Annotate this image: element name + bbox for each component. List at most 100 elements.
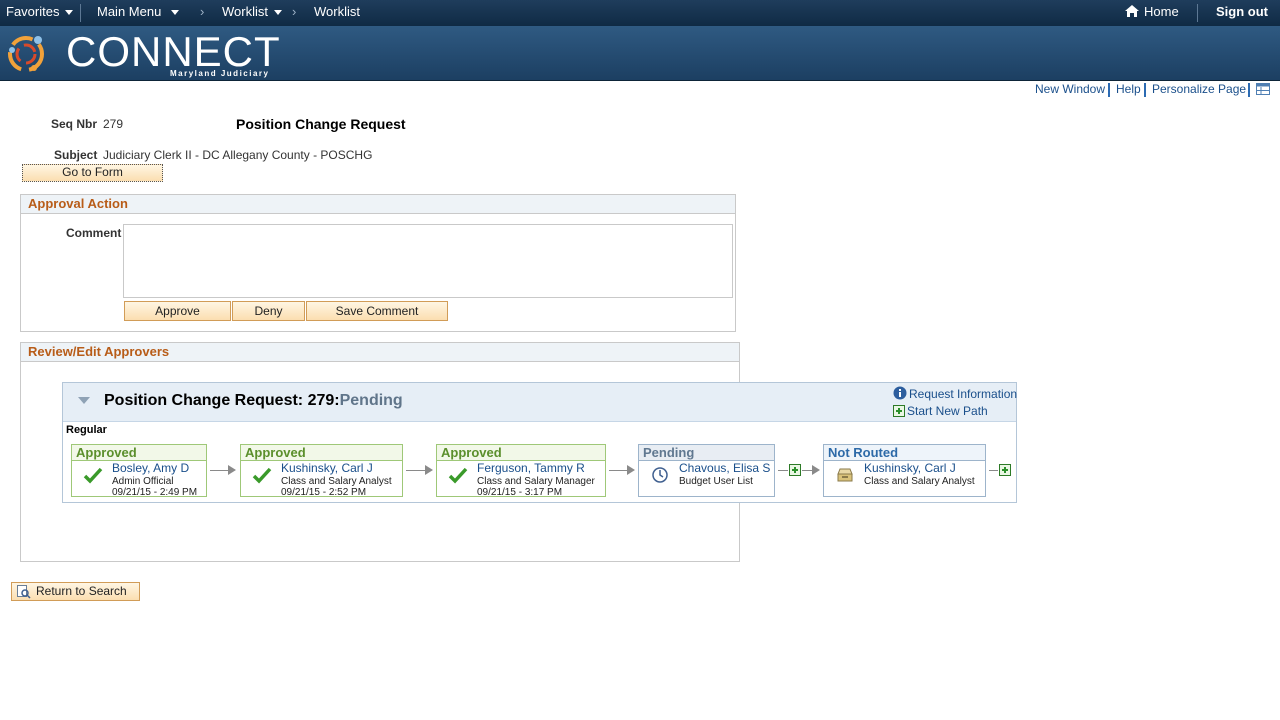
inbox-tray-icon	[837, 468, 853, 482]
approver-role: Class and Salary Analyst	[864, 476, 975, 487]
main-menu[interactable]: Main Menu	[97, 4, 180, 19]
link-divider	[1108, 83, 1110, 97]
save-comment-button[interactable]: Save Comment	[306, 301, 448, 321]
chevron-down-icon	[171, 10, 180, 16]
flow-arrow	[609, 470, 627, 471]
link-divider	[1248, 83, 1250, 97]
main-menu-label: Main Menu	[97, 4, 162, 19]
breadcrumb-label: Worklist	[314, 4, 360, 19]
step-status: Not Routed	[824, 445, 985, 461]
approver-name-link[interactable]: Kushinsky, Carl J	[281, 461, 373, 475]
step-status: Pending	[639, 445, 774, 461]
approver-role: Class and Salary Analyst	[281, 476, 392, 487]
flow-arrow	[406, 470, 425, 471]
path-name: Regular	[66, 424, 107, 436]
clock-icon	[652, 467, 668, 483]
approval-flow-panel: Position Change Request: 279:Pending Req…	[62, 382, 1017, 503]
collapse-triangle-icon[interactable]	[78, 397, 90, 404]
return-to-search-button[interactable]: Return to Search	[11, 582, 140, 601]
favorites-label: Favorites	[6, 4, 60, 19]
approval-step-not-routed: Not Routed Kushinsky, Carl J Class and S…	[823, 444, 986, 497]
page-title: Position Change Request	[236, 116, 406, 132]
breadcrumb-worklist-menu[interactable]: Worklist	[222, 4, 282, 19]
sign-out-link[interactable]: Sign out	[1216, 4, 1268, 19]
chevron-down-icon	[65, 10, 74, 16]
personalize-label[interactable]: Personalize Page	[1152, 82, 1246, 96]
approval-flow-title: Position Change Request: 279:Pending	[104, 392, 403, 410]
seq-nbr-label: Seq Nbr	[51, 117, 98, 131]
approval-date: 09/21/15 - 3:17 PM	[477, 487, 563, 498]
return-to-search-label: Return to Search	[36, 584, 127, 598]
search-return-icon	[17, 585, 31, 599]
approver-role: Admin Official	[112, 476, 174, 487]
approval-date: 09/21/15 - 2:49 PM	[112, 487, 198, 498]
step-status: Approved	[72, 445, 206, 461]
new-window-label[interactable]: New Window	[1035, 82, 1105, 96]
add-icon	[893, 405, 905, 417]
approver-role: Budget User List	[679, 476, 753, 487]
checkmark-icon	[448, 467, 468, 484]
link-divider	[1144, 83, 1146, 97]
home-icon	[1125, 5, 1139, 17]
nav-divider	[1197, 4, 1198, 22]
comment-textarea[interactable]	[123, 224, 733, 298]
approver-name-link[interactable]: Kushinsky, Carl J	[864, 461, 956, 475]
approver-name-link[interactable]: Chavous, Elisa S	[679, 461, 770, 475]
breadcrumb-separator-icon: ›	[200, 4, 205, 19]
page-layout-icon[interactable]	[1256, 83, 1270, 95]
approve-button[interactable]: Approve	[124, 301, 231, 321]
approval-step-pending: Pending Chavous, Elisa S Budget User Lis…	[638, 444, 775, 497]
request-information-label: Request Information	[909, 387, 1018, 401]
insert-approver-icon[interactable]	[789, 464, 801, 476]
go-to-form-button[interactable]: Go to Form	[22, 164, 163, 182]
arrow-right-icon	[228, 465, 236, 475]
subject-label: Subject	[54, 148, 98, 162]
start-new-path-label: Start New Path	[907, 404, 988, 418]
deny-button[interactable]: Deny	[232, 301, 305, 321]
approval-date: 09/21/15 - 2:52 PM	[281, 487, 367, 498]
help-label[interactable]: Help	[1116, 82, 1141, 96]
info-icon	[893, 386, 907, 400]
approver-name-link[interactable]: Ferguson, Tammy R	[477, 461, 585, 475]
breadcrumb-separator-icon: ›	[292, 4, 297, 19]
flow-arrow	[778, 470, 788, 471]
checkmark-icon	[83, 467, 103, 484]
seq-nbr-value: 279	[103, 117, 124, 131]
arrow-right-icon	[812, 465, 820, 475]
new-window-link[interactable]: New Window	[1035, 82, 1105, 96]
approval-step: Approved Ferguson, Tammy R Class and Sal…	[436, 444, 606, 498]
arrow-right-icon	[627, 465, 635, 475]
review-approvers-title: Review/Edit Approvers	[21, 343, 739, 362]
top-nav-bar: Favorites Main Menu › Worklist › Worklis…	[0, 0, 1280, 26]
flow-arrow	[989, 470, 998, 471]
flow-status-text: Pending	[339, 392, 403, 409]
approval-step: Approved Kushinsky, Carl J Class and Sal…	[240, 444, 403, 498]
subject-value: Judiciary Clerk II - DC Allegany County …	[103, 148, 373, 162]
personalize-page-link[interactable]: Personalize Page	[1152, 82, 1246, 96]
breadcrumb-label: Worklist	[222, 4, 268, 19]
approver-name-link[interactable]: Bosley, Amy D	[112, 461, 189, 475]
help-link[interactable]: Help	[1116, 82, 1141, 96]
nav-divider	[80, 4, 81, 22]
comment-label: Comment	[66, 226, 122, 240]
start-new-path-link[interactable]: Start New Path	[893, 404, 988, 418]
chevron-down-icon	[273, 10, 282, 16]
flow-arrow	[802, 470, 812, 471]
step-status: Approved	[437, 445, 605, 461]
approver-role: Class and Salary Manager	[477, 476, 595, 487]
breadcrumb-worklist[interactable]: Worklist	[314, 4, 360, 19]
flow-arrow	[210, 470, 228, 471]
request-information-link[interactable]: Request Information	[893, 386, 1017, 401]
approval-flow-header: Position Change Request: 279:Pending Req…	[63, 383, 1017, 422]
step-status: Approved	[241, 445, 402, 461]
approval-step: Approved Bosley, Amy D Admin Official 09…	[71, 444, 207, 498]
home-link[interactable]: Home	[1124, 4, 1179, 19]
arrow-right-icon	[425, 465, 433, 475]
insert-approver-icon[interactable]	[999, 464, 1011, 476]
flow-title-text: Position Change Request: 279:	[104, 392, 340, 409]
favorites-menu[interactable]: Favorites	[6, 4, 74, 19]
approval-action-section: Approval Action Comment Approve Deny Sav…	[20, 194, 736, 332]
approval-action-title: Approval Action	[21, 195, 735, 214]
connect-logo-icon	[8, 36, 44, 72]
checkmark-icon	[252, 467, 272, 484]
